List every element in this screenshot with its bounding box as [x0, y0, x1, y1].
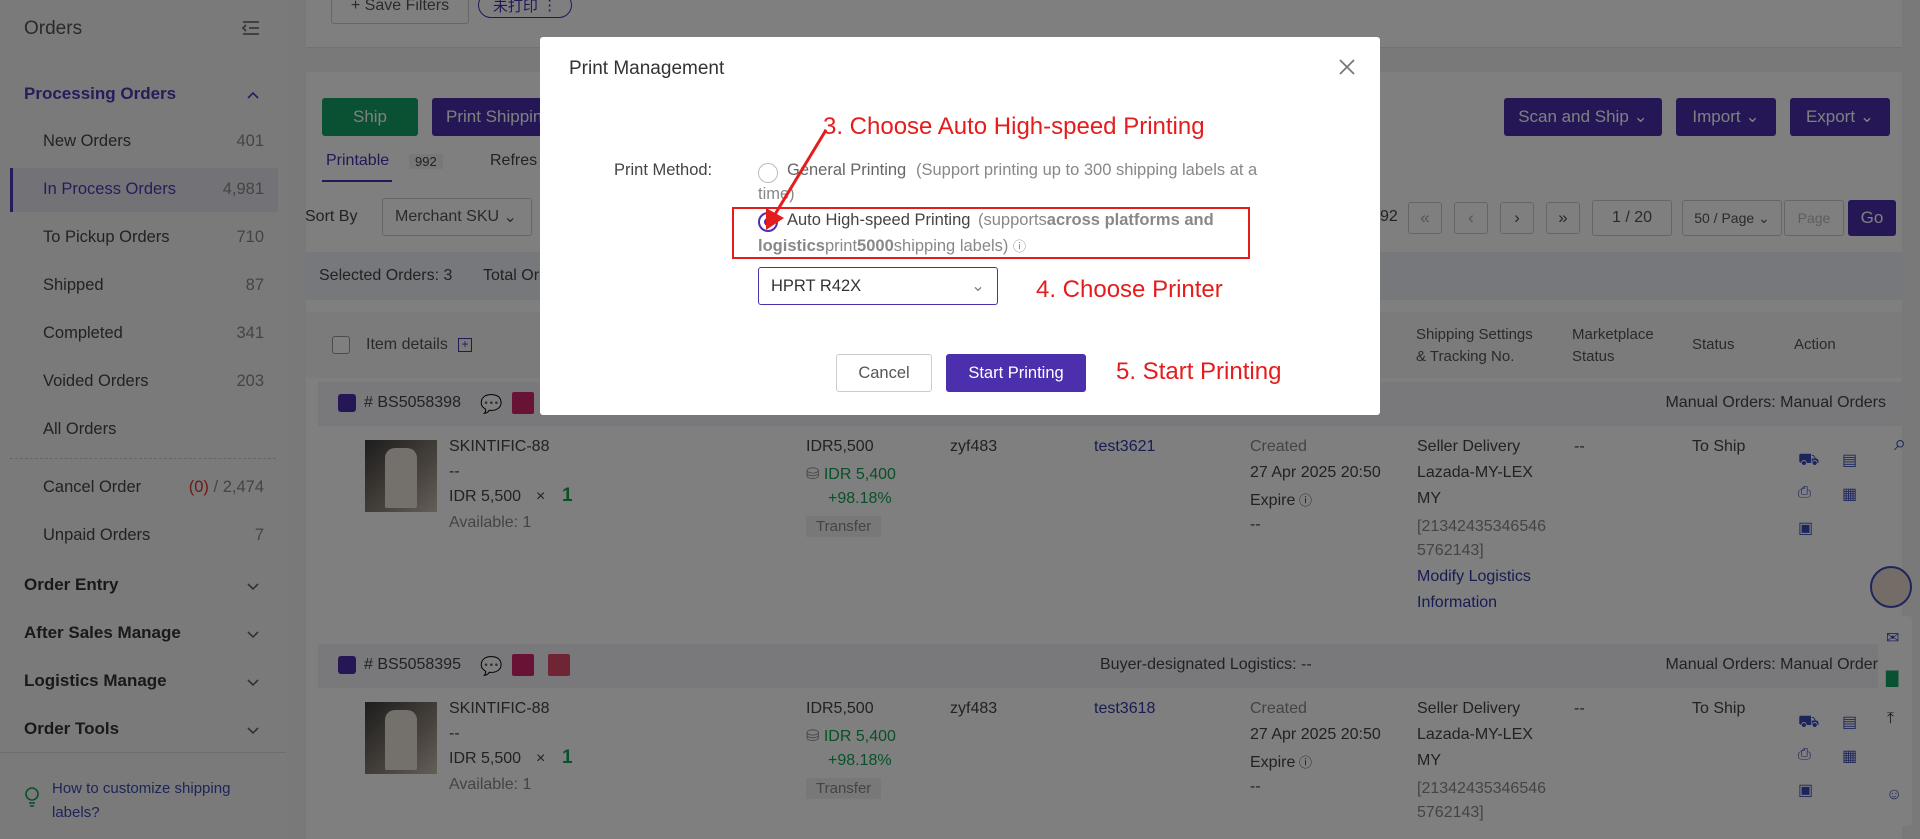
annotation-step4: 4. Choose Printer: [1036, 276, 1223, 303]
general-printing-hint: (Support printing up to 300 shipping lab…: [916, 161, 1258, 179]
annotation-step5: 5. Start Printing: [1116, 358, 1282, 385]
dialog-title: Print Management: [569, 58, 725, 79]
annotation-arrow-icon: [766, 129, 828, 230]
printer-select[interactable]: HPRT R42X ⌄: [758, 267, 998, 305]
annotation-step3: 3. Choose Auto High-speed Printing: [823, 113, 1205, 140]
cancel-button[interactable]: Cancel: [836, 354, 932, 392]
chevron-down-icon: ⌄: [971, 277, 985, 295]
close-icon[interactable]: [1337, 57, 1357, 77]
print-method-label: Print Method:: [614, 161, 713, 179]
start-printing-button[interactable]: Start Printing: [946, 354, 1086, 392]
